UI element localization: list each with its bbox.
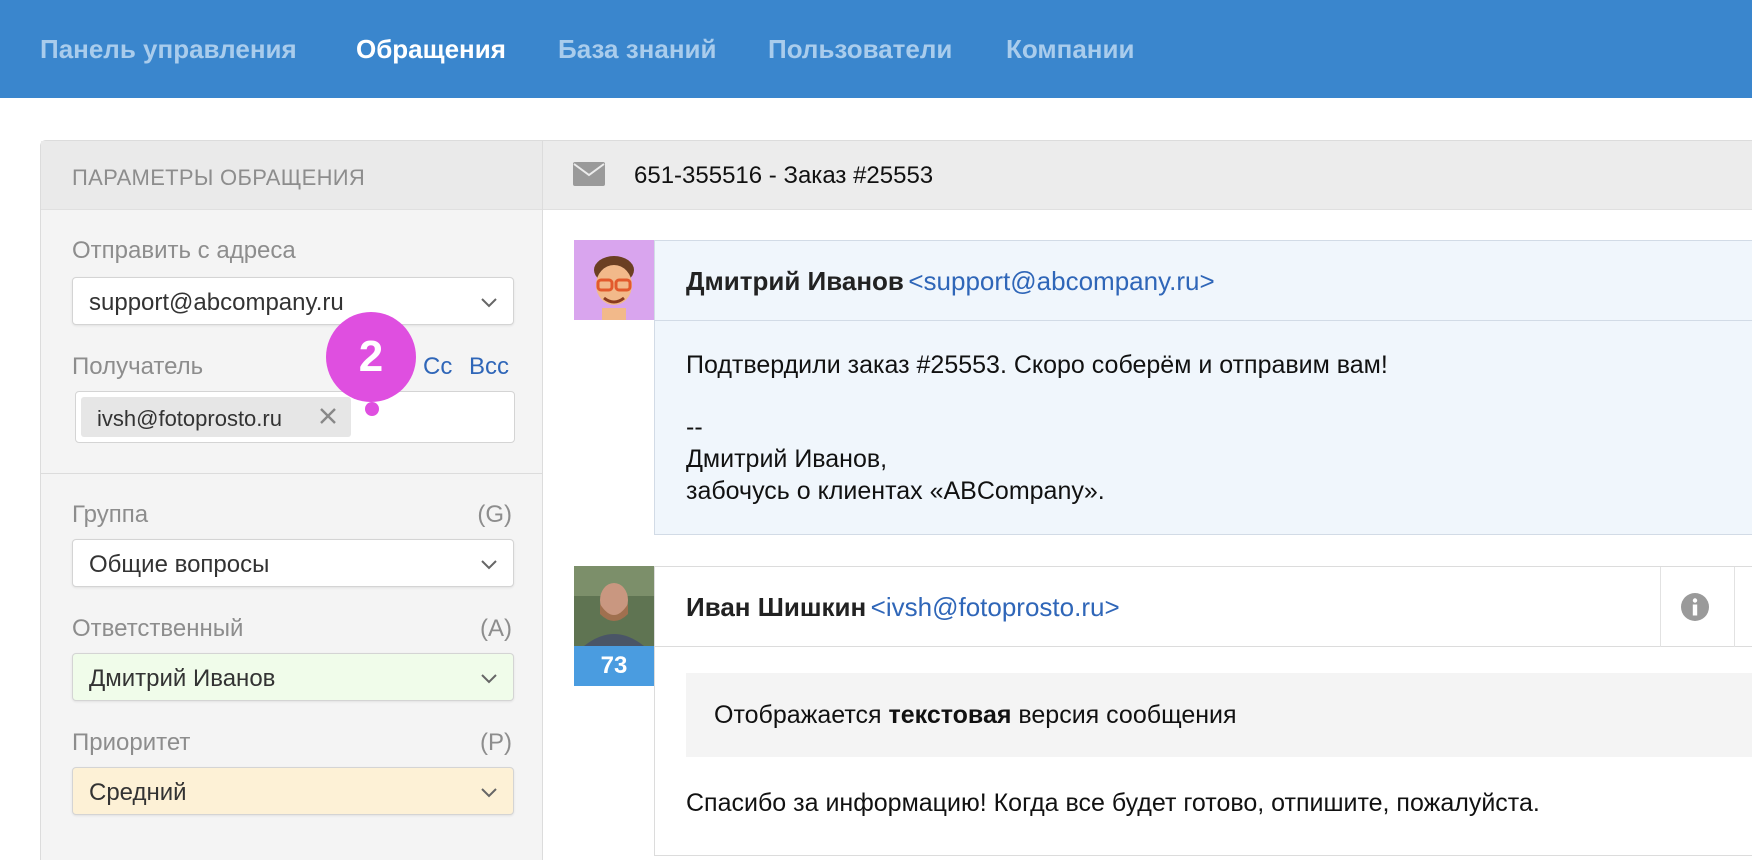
assignee-select[interactable]: Дмитрий Иванов	[72, 653, 514, 701]
message-text: Подтвердили заказ #25553. Скоро соберём …	[686, 351, 1388, 379]
chevron-down-icon	[481, 560, 497, 570]
notice-text: Отображается текстовая версия сообщения	[714, 701, 1237, 730]
memoji-avatar-icon	[574, 240, 654, 320]
nav-knowledge-base[interactable]: База знаний	[558, 34, 717, 65]
assignee-hotkey: (A)	[480, 615, 512, 642]
cc-link[interactable]: Cc	[423, 353, 452, 381]
sender-name: Дмитрий Иванов	[686, 266, 904, 296]
group-select[interactable]: Общие вопросы	[72, 539, 514, 587]
recipient-input[interactable]: ivsh@fotoprosto.ru	[75, 391, 515, 443]
priority-label: Приоритет	[72, 729, 191, 756]
panel-separator	[542, 140, 543, 848]
from-value: support@abcompany.ru	[89, 289, 344, 316]
group-label: Группа	[72, 501, 149, 528]
message-header: Дмитрий Иванов <support@abcompany.ru>	[655, 241, 1752, 321]
params-title: ПАРАМЕТРЫ ОБРАЩЕНИЯ	[72, 165, 366, 190]
customer-score-badge: 73	[574, 646, 654, 686]
priority-select[interactable]: Средний	[72, 767, 514, 815]
params-header: ПАРАМЕТРЫ ОБРАЩЕНИЯ	[41, 141, 542, 210]
avatar	[574, 566, 654, 646]
header-divider	[1734, 567, 1735, 647]
nav-users[interactable]: Пользователи	[768, 34, 952, 65]
notice-suffix: версия сообщения	[1011, 701, 1237, 729]
recipient-label: Получатель	[72, 353, 204, 380]
top-navigation: Панель управления Обращения База знаний …	[0, 0, 1752, 98]
signature-text: забочусь о клиентах «ABCompany».	[686, 477, 1105, 505]
sender-name: Иван Шишкин	[686, 592, 867, 622]
header-divider	[1660, 567, 1661, 647]
message-sender: Иван Шишкин <ivsh@fotoprosto.ru>	[686, 592, 1120, 623]
message-header: Иван Шишкин <ivsh@fotoprosto.ru>	[655, 567, 1752, 647]
chevron-down-icon	[481, 674, 497, 684]
from-label: Отправить с адреса	[72, 237, 296, 264]
chevron-down-icon	[481, 788, 497, 798]
notice-prefix: Отображается	[714, 701, 889, 729]
group-hotkey: (G)	[477, 501, 512, 528]
step-badge-pointer	[365, 402, 379, 416]
assignee-label: Ответственный	[72, 615, 244, 642]
chevron-down-icon	[481, 298, 497, 308]
ticket-header: 651-355516 - Заказ #25553	[543, 140, 1752, 210]
params-divider	[41, 473, 542, 474]
ticket-subject: 651-355516 - Заказ #25553	[634, 162, 934, 189]
nav-dashboard[interactable]: Панель управления	[40, 34, 297, 65]
message-card: Дмитрий Иванов <support@abcompany.ru> По…	[654, 240, 1752, 535]
assignee-value: Дмитрий Иванов	[89, 665, 276, 692]
message-sender: Дмитрий Иванов <support@abcompany.ru>	[686, 266, 1215, 297]
text-version-notice: Отображается текстовая версия сообщения	[686, 673, 1752, 757]
avatar	[574, 240, 654, 320]
priority-hotkey: (P)	[480, 729, 512, 756]
sender-email[interactable]: <support@abcompany.ru>	[908, 266, 1214, 296]
step-badge: 2	[326, 312, 416, 402]
recipient-chip: ivsh@fotoprosto.ru	[81, 397, 351, 437]
sender-email[interactable]: <ivsh@fotoprosto.ru>	[871, 592, 1120, 622]
info-icon[interactable]	[1680, 592, 1710, 622]
nav-tickets[interactable]: Обращения	[356, 34, 506, 65]
message-card: Иван Шишкин <ivsh@fotoprosto.ru> Отображ…	[654, 566, 1752, 856]
signature-separator: --	[686, 413, 703, 441]
message-text: Спасибо за информацию! Когда все будет г…	[686, 789, 1540, 817]
recipient-chip-label: ivsh@fotoprosto.ru	[97, 406, 282, 431]
user-photo-icon	[574, 566, 654, 646]
envelope-icon	[573, 162, 605, 186]
signature-name: Дмитрий Иванов,	[686, 445, 888, 473]
group-value: Общие вопросы	[89, 551, 270, 578]
bcc-link[interactable]: Bcc	[469, 353, 509, 381]
notice-bold: текстовая	[888, 701, 1012, 729]
priority-value: Средний	[89, 779, 187, 806]
ticket-params-panel: ПАРАМЕТРЫ ОБРАЩЕНИЯ Отправить с адреса s…	[40, 140, 543, 860]
close-icon[interactable]	[317, 405, 339, 427]
from-select[interactable]: support@abcompany.ru	[72, 277, 514, 325]
nav-companies[interactable]: Компании	[1006, 34, 1134, 65]
